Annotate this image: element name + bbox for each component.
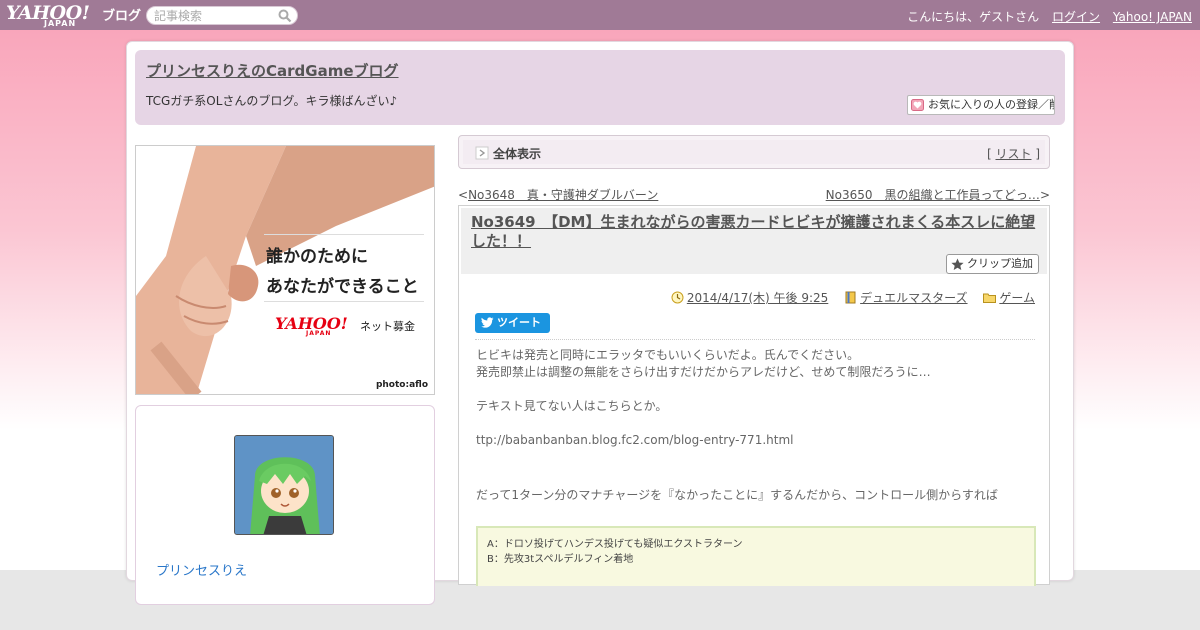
list-link-wrap: [ リスト ] (987, 145, 1040, 162)
prev-article-link[interactable]: No3648 真・守護神ダブルバーン (468, 188, 658, 202)
body-paragraph: だって1ターン分のマナチャージを『なかったことに』するんだから、コントロール側か… (476, 488, 998, 502)
star-icon (951, 258, 964, 270)
all-view-label: 全体表示 (493, 147, 542, 161)
next-article-nav: No3650 黒の組織と工作員ってどっ…> (826, 186, 1050, 203)
article-title-link[interactable]: No3649 【DM】生まれながらの害悪カードヒビキが擁護されまくる本スレに絶望… (471, 213, 1037, 251)
search-icon[interactable] (278, 9, 292, 23)
prev-arrow: < (458, 188, 469, 202)
quote-line: B：先攻3tスペルデルフィン着地 (487, 554, 634, 565)
ad-japan-text: JAPAN (306, 330, 332, 337)
greeting-text: こんにちは、ゲストさん (907, 10, 1040, 24)
heart-icon (911, 99, 924, 111)
twitter-bird-icon (481, 317, 494, 328)
list-bracket-close: ] (1031, 147, 1040, 161)
favorite-button-label: お気に入りの人の登録／削除 (928, 98, 1054, 111)
article-divider (475, 339, 1035, 340)
next-article-link[interactable]: No3650 黒の組織と工作員ってどっ… (826, 188, 1040, 202)
ad-photo-credit: photo:aflo (375, 380, 428, 390)
article-header: No3649 【DM】生まれながらの害悪カードヒビキが擁護されまくる本スレに絶望… (461, 208, 1047, 274)
all-view-inner: 全体表示 [ リスト ] (463, 140, 1045, 164)
body-paragraph: テキスト見てない人はこちらとか。 (476, 399, 668, 413)
ad-headline-1: 誰かのために (266, 247, 368, 267)
charity-ad-banner[interactable]: 誰かのために あなたができること YAHOO! JAPAN ネット募金 phot… (135, 145, 435, 395)
ad-bokin-text: ネット募金 (360, 320, 415, 333)
body-url-text: ttp://babanbanban.blog.fc2.com/blog-entr… (476, 433, 794, 447)
blog-description: TCGガチ系OLさんのブログ。キラ様ばんざい♪ (146, 94, 398, 108)
list-link[interactable]: リスト (995, 147, 1031, 161)
avatar[interactable] (234, 435, 334, 535)
blog-title-link[interactable]: プリンセスりえのCardGameブログ (146, 60, 399, 81)
all-view-bar: 全体表示 [ リスト ] (458, 135, 1050, 169)
category-duelmasters-link[interactable]: デュエルマスターズ (860, 291, 967, 305)
favorite-register-button[interactable]: お気に入りの人の登録／削除 (907, 95, 1055, 115)
prev-article-nav: <No3648 真・守護神ダブルバーン (458, 186, 658, 203)
main-container: プリンセスりえのCardGameブログ TCGガチ系OLさんのブログ。キラ様ばん… (126, 41, 1074, 605)
tweet-label: ツイート (497, 316, 541, 329)
clip-add-button[interactable]: クリップ追加 (946, 254, 1039, 274)
search-input[interactable] (154, 8, 278, 23)
blog-header: プリンセスりえのCardGameブログ TCGガチ系OLさんのブログ。キラ様ばん… (135, 50, 1065, 125)
profile-name-link[interactable]: プリンセスりえ (156, 560, 247, 579)
ad-divider-top (264, 234, 424, 235)
article-date-link[interactable]: 2014/4/17(木) 午後 9:25 (687, 291, 828, 305)
clock-icon (671, 291, 684, 304)
quote-line: A：ドロソ投げてハンデス投げても疑似エクストラターン (487, 539, 743, 550)
search-box (146, 6, 298, 25)
article: No3649 【DM】生まれながらの害悪カードヒビキが擁護されまくる本スレに絶望… (458, 205, 1050, 586)
yahoo-blog-logo[interactable]: YAHOO! JAPAN ブログ (6, 2, 142, 28)
user-links: こんにちは、ゲストさん ログイン Yahoo! JAPAN (898, 8, 1192, 25)
body-paragraph: 発売即禁止は調整の無能をさらけ出すだけだからアレだけど、せめて制限だろうに… (476, 365, 931, 379)
top-bar: YAHOO! JAPAN ブログ こんにちは、ゲストさん ログイン Yahoo!… (0, 0, 1200, 30)
ad-headline-2: あなたができること (266, 277, 419, 297)
article-meta: 2014/4/17(木) 午後 9:25 デュエルマスターズ ゲーム (671, 289, 1035, 306)
category1-group: デュエルマスターズ (844, 291, 968, 305)
clip-button-label: クリップ追加 (967, 257, 1033, 270)
category-game-link[interactable]: ゲーム (999, 291, 1035, 305)
body-paragraph: ヒビキは発売と同時にエラッタでもいいくらいだよ。氏んでください。 (476, 348, 860, 362)
profile-box: プリンセスりえ (135, 405, 435, 605)
next-arrow: > (1039, 188, 1050, 202)
category2-group: ゲーム (983, 291, 1035, 305)
logo-japan-text: JAPAN (44, 19, 77, 28)
quote-block: A：ドロソ投げてハンデス投げても疑似エクストラターン B：先攻3tスペルデルフィ… (476, 526, 1036, 586)
logo-blog-text: ブログ (102, 9, 142, 24)
avatar-character-image (235, 436, 333, 534)
hands-illustration (136, 146, 434, 394)
login-link[interactable]: ログイン (1052, 10, 1100, 24)
ad-divider-bottom (264, 301, 424, 302)
arrow-right-icon (475, 146, 489, 160)
folder-icon (983, 293, 997, 303)
article-body: ヒビキは発売と同時にエラッタでもいいくらいだよ。氏んでください。 発売即禁止は調… (476, 347, 1036, 504)
yahoo-japan-link[interactable]: Yahoo! JAPAN (1113, 10, 1192, 24)
book-icon (845, 291, 856, 304)
tweet-button[interactable]: ツイート (475, 313, 550, 333)
